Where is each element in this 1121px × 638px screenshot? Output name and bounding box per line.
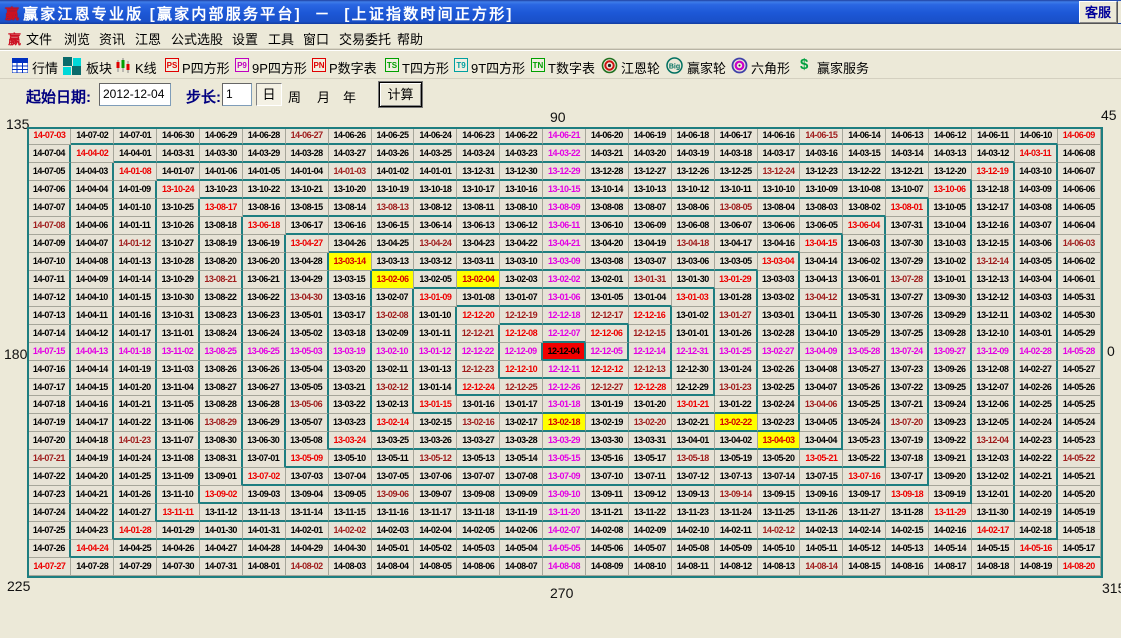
svg-text:Big: Big [669,64,680,71]
